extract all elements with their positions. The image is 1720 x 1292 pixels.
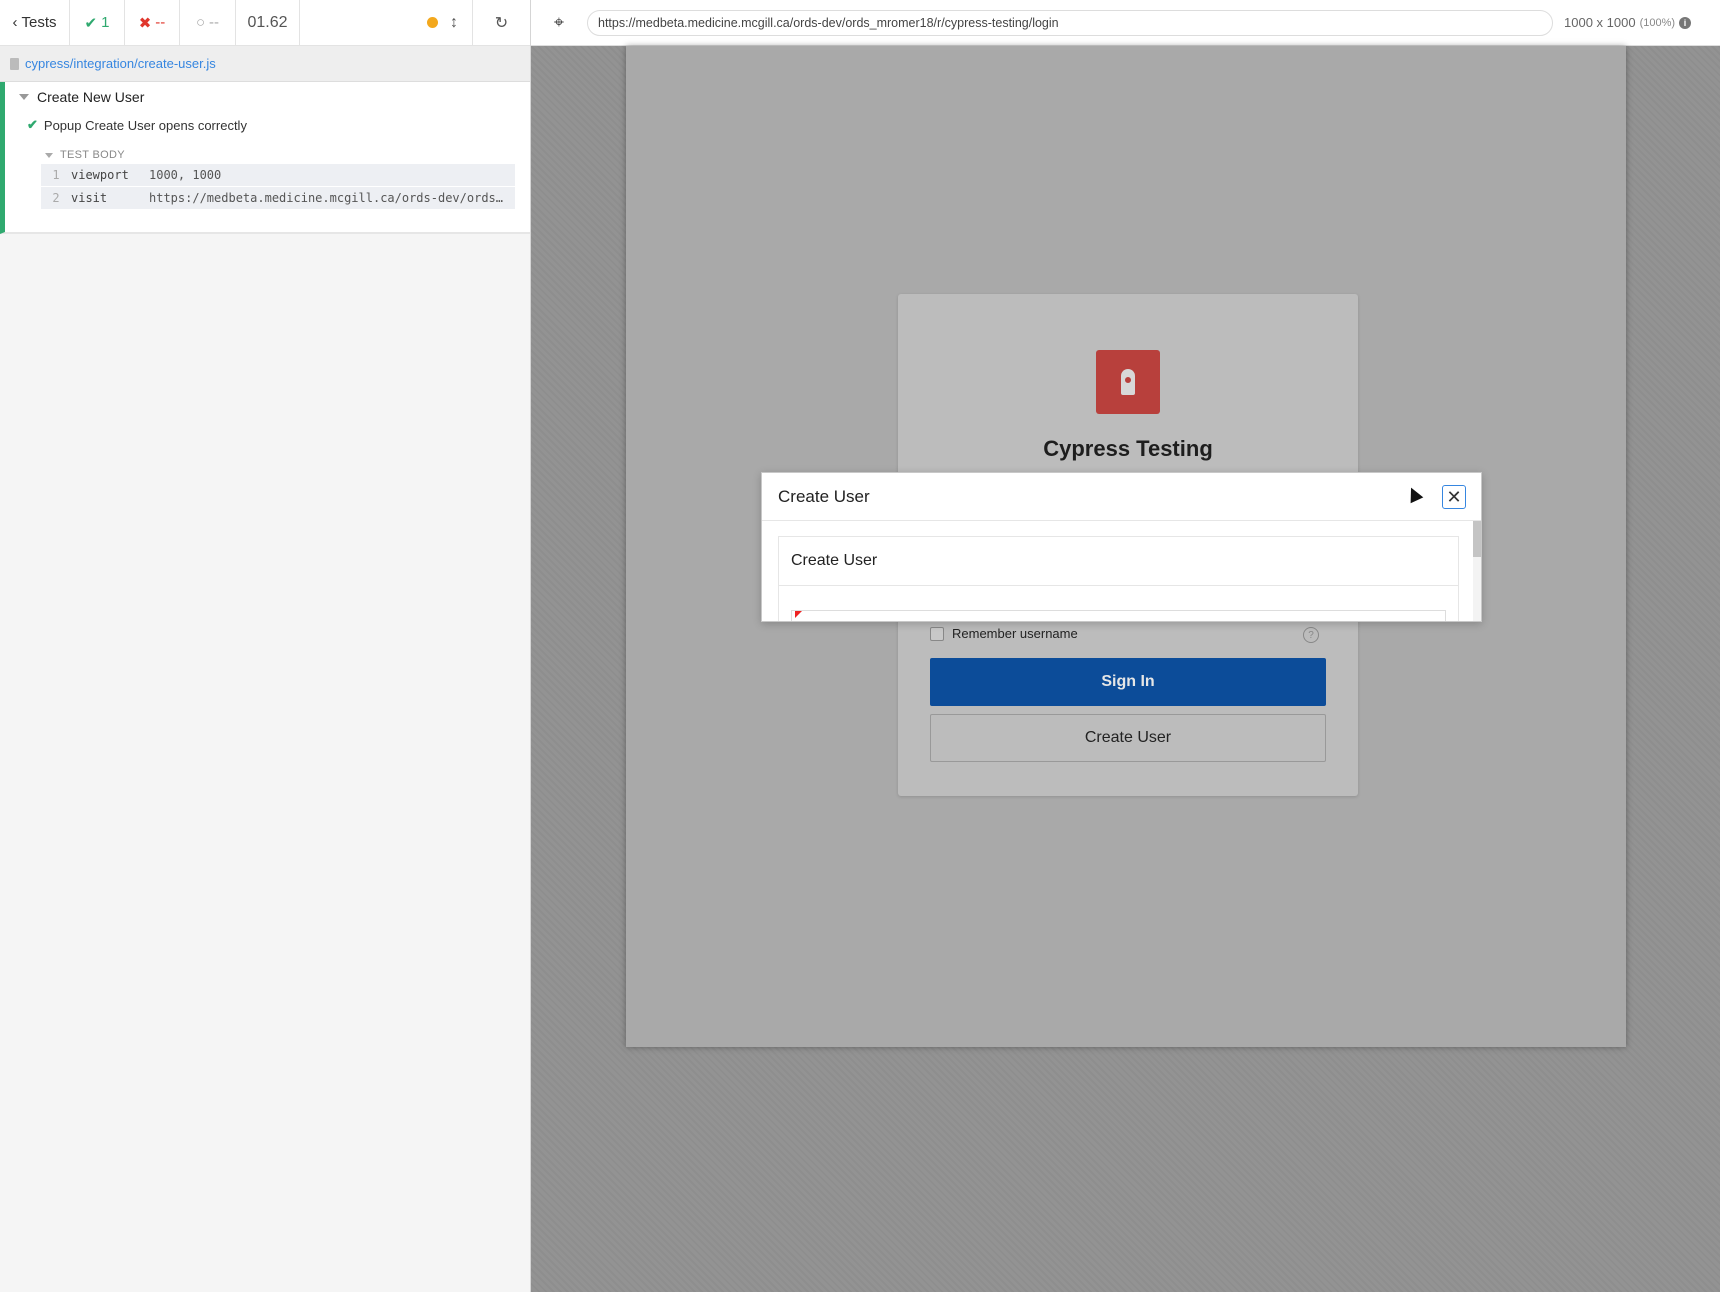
caret-down-icon	[45, 152, 53, 158]
viewport-scale: (100%)	[1639, 16, 1676, 29]
pending-stat: ○ --	[180, 0, 236, 45]
selector-playground-button[interactable]: ⌖	[531, 0, 587, 46]
check-icon: ✔	[84, 14, 98, 32]
suite-header[interactable]: Create New User	[19, 89, 144, 105]
region-title: Create User	[779, 537, 1458, 586]
spec-file-bar: cypress/integration/create-user.js	[0, 46, 530, 82]
command-row[interactable]: 1 viewport 1000, 1000	[41, 164, 515, 186]
suite-title: Create New User	[37, 89, 145, 105]
test-suite: Create New User ✔ Popup Create User open…	[0, 82, 530, 234]
controls: ↕	[427, 0, 472, 45]
close-button[interactable]: ✕	[1442, 485, 1466, 509]
app-iframe: Cypress Testing Remember username ? Sign…	[626, 46, 1626, 1047]
dialog-header: Create User	[762, 473, 1481, 521]
viewport-info[interactable]: 1000 x 1000 (100%) i	[1564, 15, 1692, 30]
create-user-dialog: Create User ✕ Create User	[761, 472, 1482, 622]
test-header[interactable]: ✔ Popup Create User opens correctly	[27, 117, 247, 133]
circle-icon: ○	[195, 14, 206, 31]
command-number: 1	[52, 168, 60, 182]
required-marker-icon	[795, 611, 802, 618]
rerun-button[interactable]: ↻	[472, 0, 530, 46]
scrollbar-thumb[interactable]	[1473, 521, 1481, 557]
duration: 01.62	[236, 0, 300, 45]
info-icon: i	[1679, 16, 1692, 29]
command-row[interactable]: 2 visit https://medbeta.medicine.mcgill.…	[41, 187, 515, 209]
chevron-left-icon: ‹	[12, 14, 18, 31]
test-body-label: TEST BODY	[60, 149, 125, 161]
url-bar: ⌖ https://medbeta.medicine.mcgill.ca/ord…	[531, 0, 1720, 46]
cross-icon: ✖	[138, 14, 152, 32]
url-field[interactable]: https://medbeta.medicine.mcgill.ca/ords-…	[587, 9, 1553, 36]
dialog-region: Create User	[778, 536, 1459, 621]
failed-count: --	[155, 14, 166, 31]
required-field[interactable]	[791, 610, 1446, 621]
sign-in-button[interactable]: Sign In	[930, 658, 1326, 706]
tests-label: Tests	[21, 14, 57, 31]
test-title: Popup Create User opens correctly	[43, 117, 247, 133]
passed-stat: ✔ 1	[70, 0, 125, 45]
remember-label: Remember username	[952, 626, 1078, 641]
caret-down-icon	[19, 94, 29, 100]
command-message: https://medbeta.medicine.mcgill.ca/ords-…	[149, 191, 515, 205]
remember-checkbox[interactable]	[930, 626, 944, 641]
autoscroll-toggle-icon[interactable]: ↕	[450, 14, 458, 32]
remember-username[interactable]: Remember username	[930, 626, 1078, 641]
passed-count: 1	[101, 14, 110, 31]
cypress-reporter: ‹ Tests ✔ 1 ✖ -- ○ -- 01.62 ↕ ↻ cypress/…	[0, 0, 531, 1292]
rocket-icon	[1096, 350, 1160, 414]
file-icon	[10, 57, 19, 70]
dialog-title: Create User	[778, 486, 870, 506]
dialog-scrollbar[interactable]	[1473, 521, 1481, 621]
test-body-header[interactable]: TEST BODY	[45, 149, 125, 161]
check-icon: ✔	[27, 117, 38, 132]
command-number: 2	[52, 191, 60, 205]
create-user-button[interactable]: Create User	[930, 714, 1326, 762]
pending-count: --	[209, 14, 220, 31]
tests-back-button[interactable]: ‹ Tests	[0, 0, 70, 45]
close-icon: ✕	[1446, 487, 1462, 507]
help-icon[interactable]: ?	[1303, 627, 1319, 643]
stats-bar: ‹ Tests ✔ 1 ✖ -- ○ -- 01.62 ↕ ↻	[0, 0, 530, 46]
failed-stat: ✖ --	[125, 0, 180, 45]
crosshair-icon: ⌖	[553, 12, 565, 32]
viewport-size: 1000 x 1000	[1564, 15, 1636, 30]
running-indicator-icon	[427, 17, 438, 28]
spec-file-link[interactable]: cypress/integration/create-user.js	[25, 56, 216, 71]
aut-panel: ⌖ https://medbeta.medicine.mcgill.ca/ord…	[531, 0, 1720, 1292]
command-name: visit	[71, 191, 108, 205]
command-name: viewport	[71, 168, 129, 182]
reload-icon: ↻	[494, 15, 509, 32]
command-message: 1000, 1000	[149, 168, 222, 182]
app-title: Cypress Testing	[1043, 436, 1213, 461]
